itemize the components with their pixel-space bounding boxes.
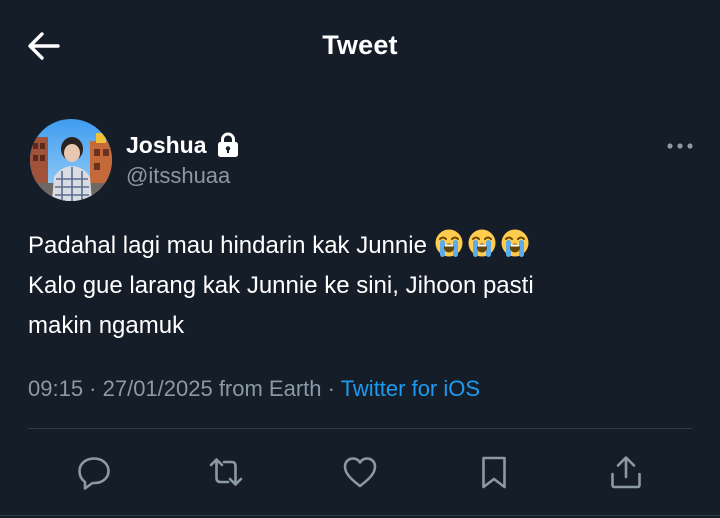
reply-bubble-icon [78, 457, 110, 490]
loudly-crying-face-icon [434, 228, 464, 258]
avatar[interactable] [30, 119, 112, 201]
divider [0, 515, 720, 516]
share-button[interactable] [606, 452, 646, 492]
heart-icon [343, 457, 377, 488]
author-display-name[interactable]: Joshua [126, 132, 207, 159]
tweet-line-3: makin ngamuk [28, 312, 185, 339]
lock-icon [217, 132, 239, 158]
tweet-action-bar [0, 448, 720, 496]
retweet-button[interactable] [206, 452, 246, 492]
share-icon [611, 456, 641, 489]
tweet-client-link[interactable]: Twitter for iOS [341, 376, 480, 401]
tweet-timestamp: 09:15 · 27/01/2025 from Earth · [28, 376, 341, 401]
tweet-text: Padahal lagi mau hindarin kak Junnie Kal… [28, 226, 688, 346]
avatar-image [30, 119, 112, 201]
loudly-crying-face-icon [467, 228, 497, 258]
reply-button[interactable] [74, 452, 114, 492]
tweet-line-2: Kalo gue larang kak Junnie ke sini, Jiho… [28, 272, 534, 299]
tweet-line-1: Padahal lagi mau hindarin kak Junnie [28, 226, 688, 266]
ellipsis-icon [667, 143, 693, 149]
top-bar: Tweet [0, 0, 720, 92]
author-name-row: Joshua [126, 130, 239, 160]
bookmark-icon [482, 456, 506, 489]
like-button[interactable] [340, 452, 380, 492]
bookmark-button[interactable] [474, 452, 514, 492]
author-handle[interactable]: @itsshuaa [126, 163, 230, 189]
loudly-crying-face-icon [500, 228, 530, 258]
more-options-button[interactable] [664, 138, 696, 154]
tweet-line-1-text: Padahal lagi mau hindarin kak Junnie [28, 232, 427, 259]
retweet-icon [209, 458, 243, 486]
tweet-detail-screen: Tweet Joshua @itsshuaa Padahal lagi mau … [0, 0, 720, 518]
divider [28, 428, 692, 429]
tweet-meta: 09:15 · 27/01/2025 from Earth · Twitter … [28, 376, 480, 402]
page-title: Tweet [322, 30, 398, 60]
